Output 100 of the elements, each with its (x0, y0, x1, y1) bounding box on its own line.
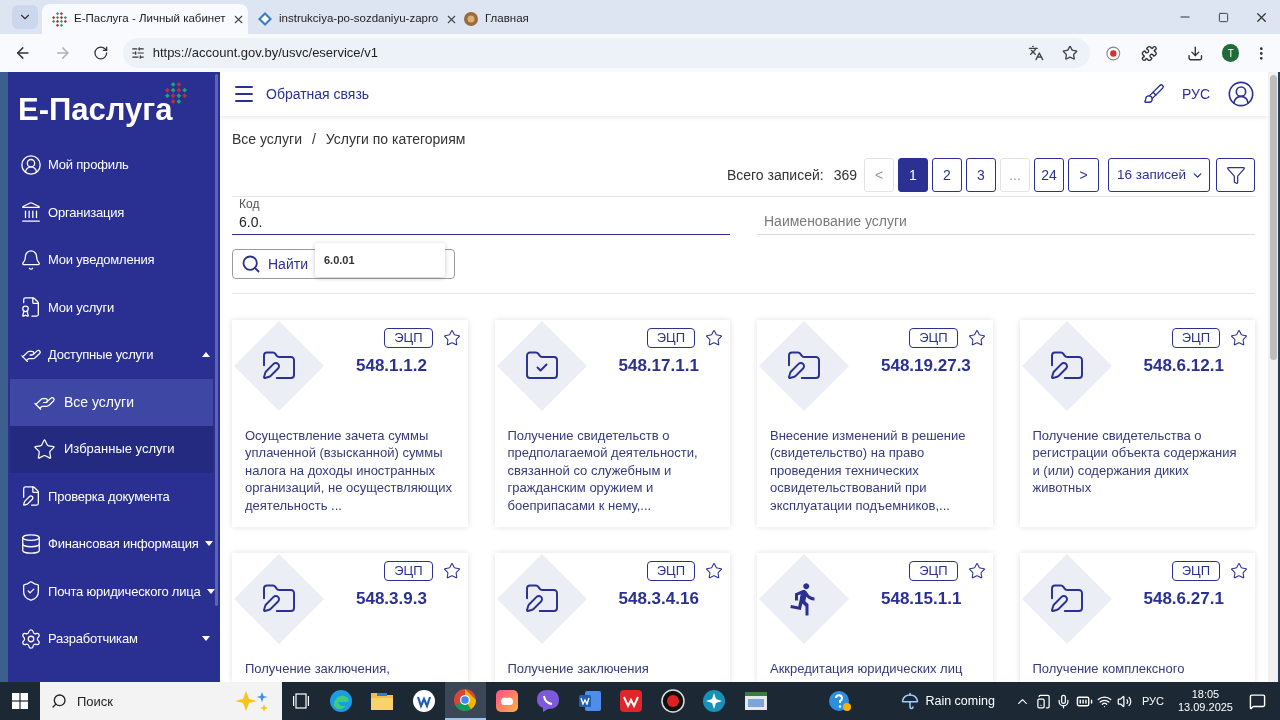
folder-pen-icon (1021, 321, 1112, 411)
browser-tab[interactable]: Е-Паслуга - Личный кабинет (42, 4, 248, 34)
star-circle-icon (702, 689, 727, 713)
wifi-icon[interactable] (1096, 693, 1112, 709)
download-icon[interactable] (1187, 44, 1204, 62)
language-selector[interactable]: РУС (1181, 83, 1210, 105)
maximize-icon (1217, 11, 1229, 23)
notification-icon[interactable] (1249, 692, 1266, 710)
sidebar-item[interactable]: Мой профиль (10, 141, 213, 189)
folder-check-icon (496, 321, 587, 411)
filter-button[interactable] (1216, 158, 1255, 192)
brush-icon[interactable] (1142, 83, 1165, 105)
sidebar-scrollbar[interactable] (215, 74, 218, 606)
translate-icon[interactable] (1028, 45, 1045, 61)
site-settings-icon[interactable] (130, 46, 145, 60)
window-thumbnail-icon (743, 689, 768, 713)
service-card[interactable]: ЭЦП 548.15.1.1 Аккредитация юридических лиц (757, 553, 993, 682)
browser-tab[interactable]: Главная (454, 4, 564, 34)
service-code: 548.19.27.3 (881, 356, 972, 376)
service-code: 548.1.1.2 (356, 356, 428, 376)
volume-icon[interactable] (1116, 693, 1132, 709)
feedback-link[interactable]: Обратная связь (266, 83, 370, 105)
weather-widget[interactable]: Rain coming (895, 682, 1001, 720)
service-card[interactable]: ЭЦП 548.17.1.1 Получение свидетельств о предполагаемой деятельности, связанной со служебным и гражданским оружием и боеприпасами к нему,... (494, 320, 730, 527)
chat-bubble-icon (536, 689, 561, 713)
tab-search-button[interactable] (12, 5, 38, 29)
page-button[interactable]: 24 (1034, 158, 1064, 192)
tab-title: instrukciya-po-sozdaniyu-zapro (279, 11, 439, 27)
sidebar-subitem[interactable]: Все услуги (10, 378, 213, 426)
service-card[interactable]: ЭЦП 548.1.1.2 Осуществление зачета суммы уплаченной (взысканной) суммы налога на доходы иностранных организаций, не осуществляющих деятельность ... (232, 320, 468, 527)
breadcrumb-link[interactable]: Все услуги (232, 131, 302, 147)
page-button[interactable]: 1 (898, 158, 928, 192)
document-pen-icon (20, 485, 42, 508)
umbrella-icon (901, 692, 920, 710)
suggestion-option[interactable]: 6.0.01 (315, 247, 445, 273)
page-size-select[interactable]: 16 записей (1108, 158, 1210, 192)
service-description: Аккредитация юридических лиц (769, 660, 964, 678)
dots-logo-icon (52, 11, 67, 27)
clock-time[interactable]: 18:05 (1191, 688, 1220, 701)
settings-icon (20, 627, 42, 650)
digital-signature-badge: ЭЦП (909, 561, 958, 581)
service-description: Получение заключения (506, 660, 650, 678)
sidebar-item[interactable]: Проверка документа (10, 472, 213, 520)
service-card[interactable]: ЭЦП 548.3.9.3 Получение заключения, (232, 553, 468, 682)
next-page-button[interactable]: > (1068, 158, 1099, 192)
digital-signature-badge: ЭЦП (646, 561, 695, 581)
profile-avatar[interactable]: T (1221, 44, 1240, 62)
favorite-star-icon[interactable] (442, 329, 461, 347)
clock-date[interactable]: 13.09.2025 (1177, 701, 1233, 714)
record-dot-icon[interactable] (1106, 45, 1121, 61)
page-button[interactable]: 2 (932, 158, 962, 192)
reload-icon[interactable] (93, 45, 109, 61)
microphone-icon[interactable] (1055, 693, 1071, 709)
service-card[interactable]: ЭЦП 548.3.4.16 Получение заключения (494, 553, 730, 682)
favorite-star-icon[interactable] (442, 562, 461, 580)
favorite-star-icon[interactable] (967, 562, 986, 580)
emblem-icon (464, 12, 478, 26)
extensions-icon[interactable] (1140, 44, 1158, 62)
building-icon (20, 201, 42, 224)
sidebar-item[interactable]: Мои уведомления (10, 236, 213, 284)
page-scrollbar[interactable] (1268, 72, 1278, 682)
task-view-icon (293, 693, 309, 709)
sidebar-item[interactable]: Финансовая информация (10, 520, 213, 568)
service-name-field[interactable]: Наименование услуги (757, 197, 1255, 235)
service-code: 548.6.27.1 (1143, 589, 1225, 609)
breadcrumb-current: Услуги по категориям (325, 131, 466, 147)
sidebar-item[interactable]: Разработчикам (10, 615, 213, 663)
service-card[interactable]: ЭЦП 548.19.27.3 Внесение изменений в решение (свидетельство) на право проведения технических освидетельствований при эксплуатации подъемников,... (757, 320, 993, 527)
device-icon[interactable] (1035, 693, 1051, 709)
taskbar-search-field[interactable]: Поиск (40, 682, 282, 720)
page-button[interactable]: 3 (966, 158, 996, 192)
favorite-star-icon[interactable] (967, 329, 986, 347)
user-icon[interactable] (1227, 80, 1255, 108)
sidebar-subitem[interactable]: Избранные услуги (10, 425, 213, 473)
folder-pen-icon (759, 321, 849, 411)
favorite-star-icon[interactable] (705, 562, 723, 580)
sidebar-item[interactable]: Почта юридического лица (10, 567, 213, 615)
digital-signature-badge: ЭЦП (909, 328, 958, 348)
browser-tab[interactable]: instrukciya-po-sozdaniyu-zapro (248, 4, 454, 34)
url-field[interactable]: https://account.gov.by/usvc/eservice/v1 (122, 38, 1091, 68)
code-field[interactable]: 6.0. (232, 211, 730, 235)
sidebar-item[interactable]: Доступные услуги (10, 331, 213, 379)
favorite-star-icon[interactable] (705, 329, 723, 347)
shield-check-icon (20, 580, 42, 603)
bookmark-star-icon[interactable] (1062, 45, 1079, 61)
gradient-tile-icon (494, 689, 519, 713)
folder-pen-icon (234, 321, 324, 411)
service-card[interactable]: ЭЦП 548.6.27.1 Получение комплексного (1019, 553, 1255, 682)
filter-icon (1225, 165, 1246, 185)
site-logo[interactable]: Е-Паслуга (18, 92, 173, 128)
scrollbar-thumb[interactable] (1269, 75, 1277, 360)
sidebar-item[interactable]: Организация (10, 188, 213, 236)
taskbar-app-button[interactable] (444, 682, 486, 720)
bell-icon (20, 248, 42, 271)
digital-signature-badge: ЭЦП (384, 328, 433, 348)
language-indicator[interactable]: РУС (1141, 692, 1164, 710)
service-card[interactable]: ЭЦП 548.6.12.1 Получение свидетельства о регистрации объекта содержания и (или) содержания диких животных (1019, 320, 1255, 527)
favorite-star-icon[interactable] (1230, 329, 1248, 347)
sidebar-item[interactable]: Мои услуги (10, 283, 213, 331)
favorite-star-icon[interactable] (1230, 562, 1248, 580)
